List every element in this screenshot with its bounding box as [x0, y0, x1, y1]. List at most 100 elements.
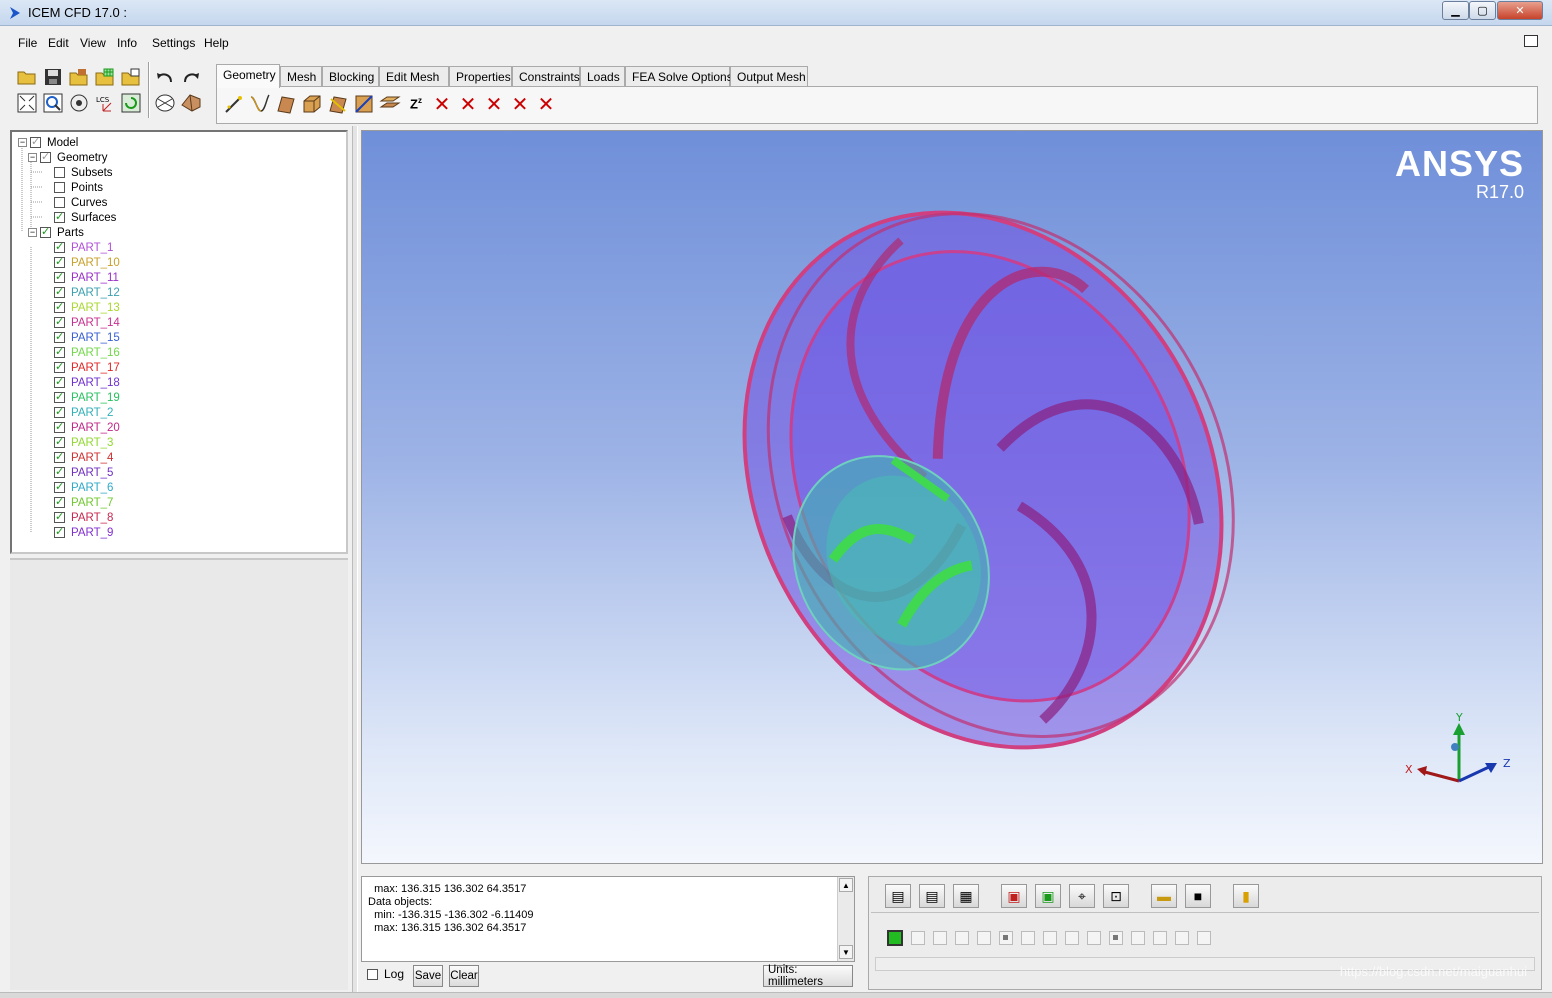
tree-node-part[interactable]: PART_11 [54, 270, 119, 285]
transform-geometry-icon[interactable] [353, 93, 375, 115]
restore-window-icon[interactable] [1524, 35, 1538, 47]
collapse-icon[interactable]: − [28, 228, 37, 237]
tree-node-part[interactable]: PART_10 [54, 255, 120, 270]
checkbox[interactable] [54, 300, 65, 313]
delete-body-icon[interactable]: ✕ [509, 93, 531, 116]
save-disk-icon[interactable]: ■ [1185, 884, 1211, 908]
repair-geometry-icon[interactable] [327, 93, 349, 115]
tree-node-subsets[interactable]: Subsets [54, 165, 113, 180]
frame-slot[interactable] [1065, 931, 1079, 945]
tab-output-mesh[interactable]: Output Mesh [730, 66, 808, 86]
frame-slot[interactable] [1109, 931, 1123, 945]
delete-point-icon[interactable]: ✕ [431, 93, 453, 116]
frame-slot[interactable] [1153, 931, 1167, 945]
delete-surface-icon[interactable]: ✕ [483, 93, 505, 116]
checkbox[interactable] [54, 480, 65, 493]
checkbox[interactable] [54, 435, 65, 448]
frame-slot[interactable] [887, 930, 903, 946]
checkbox[interactable] [54, 270, 65, 283]
checkbox[interactable] [54, 465, 65, 478]
create-surface-icon[interactable] [275, 93, 297, 115]
frame-slot[interactable] [955, 931, 969, 945]
tree-node-parts[interactable]: − Parts [28, 225, 84, 240]
clear-log-button[interactable]: Clear [449, 965, 479, 987]
menu-view[interactable]: View [80, 36, 106, 50]
open-project-icon[interactable] [16, 66, 38, 88]
tree-node-part[interactable]: PART_17 [54, 360, 120, 375]
collapse-icon[interactable]: − [28, 153, 37, 162]
checkbox[interactable] [54, 510, 65, 523]
tree-node-part[interactable]: PART_19 [54, 390, 120, 405]
open-folder-icon[interactable]: ▬ [1151, 884, 1177, 908]
frame-slot[interactable] [1021, 931, 1035, 945]
log-toggle[interactable]: Log [367, 967, 404, 981]
refresh-display-icon[interactable] [120, 92, 142, 114]
checkbox[interactable] [54, 360, 65, 373]
tree-node-part[interactable]: PART_8 [54, 510, 113, 525]
menu-help[interactable]: Help [204, 36, 229, 50]
save-log-button[interactable]: Save [413, 965, 443, 987]
frame-slot[interactable] [977, 931, 991, 945]
checkbox[interactable] [54, 390, 65, 403]
maximize-button[interactable]: ▢ [1469, 1, 1496, 20]
tree-node-part[interactable]: PART_20 [54, 420, 120, 435]
wireframe-icon[interactable] [154, 92, 176, 114]
tree-node-part[interactable]: PART_18 [54, 375, 120, 390]
checkbox[interactable] [54, 285, 65, 298]
create-body-icon[interactable] [301, 93, 323, 115]
message-scrollbar[interactable]: ▲ ▼ [837, 877, 854, 961]
tab-fea-solve-options[interactable]: FEA Solve Options [625, 66, 733, 86]
tree-node-points[interactable]: Points [54, 180, 103, 195]
tree-node-part[interactable]: PART_1 [54, 240, 113, 255]
tree-node-part[interactable]: PART_6 [54, 480, 113, 495]
layers-icon[interactable]: ▤ [919, 884, 945, 908]
tree-node-part[interactable]: PART_12 [54, 285, 120, 300]
fit-window-icon[interactable] [16, 92, 38, 114]
screen-capture-icon[interactable]: ▣ [1035, 884, 1061, 908]
checkbox[interactable] [54, 525, 65, 538]
tree-node-part[interactable]: PART_3 [54, 435, 113, 450]
frame-slot[interactable] [1131, 931, 1145, 945]
delete-curve-icon[interactable]: ✕ [457, 93, 479, 116]
frame-slot[interactable] [1087, 931, 1101, 945]
checkbox[interactable] [54, 450, 65, 463]
tree-node-part[interactable]: PART_14 [54, 315, 120, 330]
tree-node-part[interactable]: PART_7 [54, 495, 113, 510]
export-icon[interactable]: ▮ [1233, 884, 1259, 908]
tree-node-model[interactable]: − Model [18, 135, 78, 150]
log-checkbox[interactable] [367, 968, 378, 980]
frame-slot[interactable] [911, 931, 925, 945]
menu-edit[interactable]: Edit [48, 36, 69, 50]
frame-slot[interactable] [1175, 931, 1189, 945]
checkbox[interactable] [54, 197, 65, 208]
tab-blocking[interactable]: Blocking [322, 66, 379, 86]
graphics-viewport[interactable]: ANSYS R17.0 Y X Z [361, 130, 1543, 864]
delete-any-entity-icon[interactable]: ✕ [535, 93, 557, 116]
frame-slot[interactable] [933, 931, 947, 945]
checkbox[interactable] [54, 167, 65, 178]
collapse-icon[interactable]: − [18, 138, 27, 147]
open-blocking-icon[interactable] [120, 66, 142, 88]
tree-node-part[interactable]: PART_15 [54, 330, 120, 345]
frame-slot[interactable] [999, 931, 1013, 945]
layers-stack-icon[interactable]: ▦ [953, 884, 979, 908]
tree-node-geometry[interactable]: − Geometry [28, 150, 108, 165]
undo-icon[interactable] [154, 66, 176, 88]
redo-icon[interactable] [180, 66, 202, 88]
frame-slot[interactable] [1197, 931, 1211, 945]
tree-node-part[interactable]: PART_16 [54, 345, 120, 360]
zoom-box-icon[interactable] [42, 92, 64, 114]
scroll-down-icon[interactable]: ▼ [839, 945, 853, 959]
save-project-icon[interactable] [42, 66, 64, 88]
tab-loads[interactable]: Loads [580, 66, 625, 86]
checkbox[interactable] [54, 255, 65, 268]
menu-info[interactable]: Info [117, 36, 137, 50]
solid-shading-icon[interactable] [180, 92, 202, 114]
checkbox[interactable] [40, 150, 51, 163]
checkbox[interactable] [54, 182, 65, 193]
tab-geometry[interactable]: Geometry [216, 64, 280, 88]
tab-constraints[interactable]: Constraints [512, 66, 580, 86]
checkbox[interactable] [30, 135, 41, 148]
open-geometry-icon[interactable] [68, 66, 90, 88]
checkbox[interactable] [54, 420, 65, 433]
